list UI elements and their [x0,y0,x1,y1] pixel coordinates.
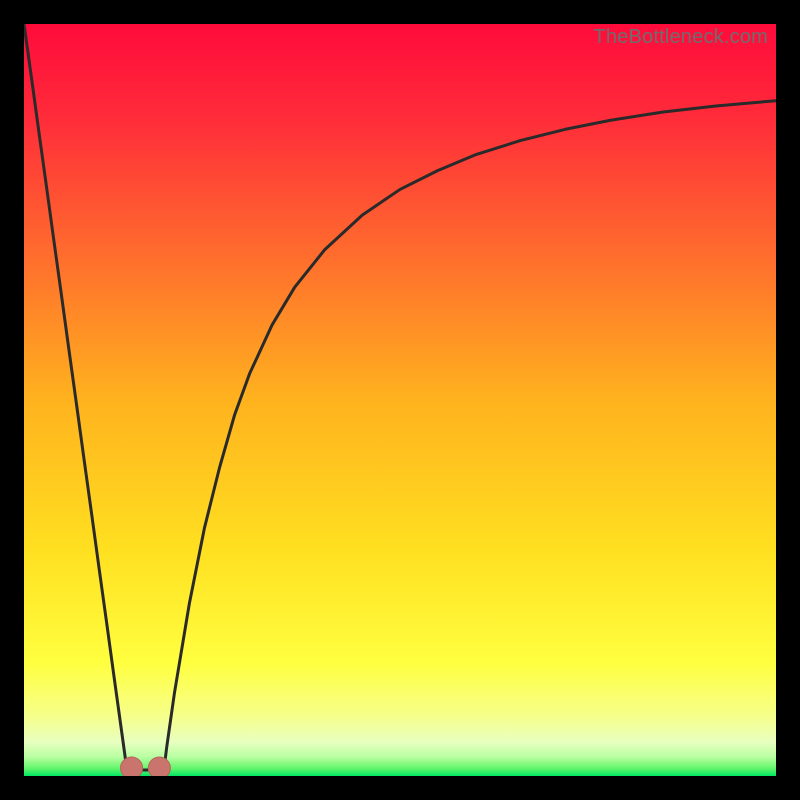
optimal-marker-0 [121,757,143,776]
chart-frame: TheBottleneck.com [24,24,776,776]
optimal-marker-1 [148,757,170,776]
watermark-label: TheBottleneck.com [593,26,768,49]
plot-area: TheBottleneck.com [24,24,776,776]
chart-canvas [24,24,776,776]
gradient-background [24,24,776,776]
